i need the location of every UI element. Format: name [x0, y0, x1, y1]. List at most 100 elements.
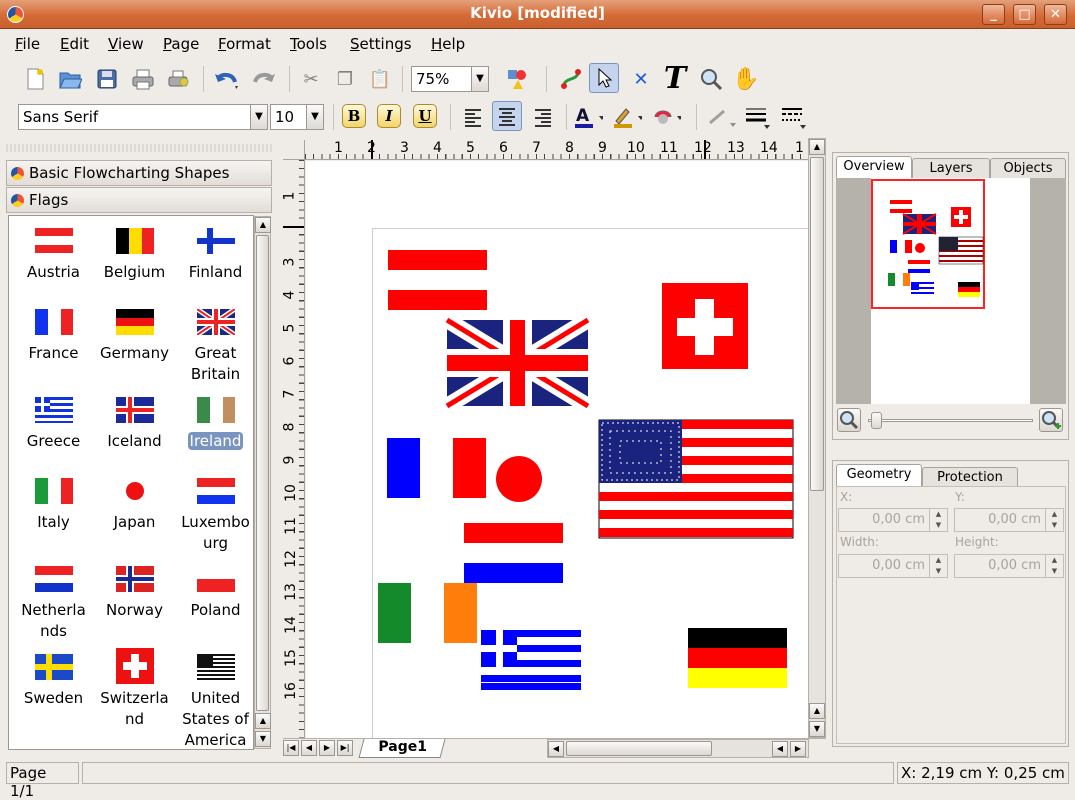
copy-icon[interactable]: ❐ [330, 64, 360, 94]
height-spinbox[interactable]: 0,00 cm ▲ ▼ [954, 554, 1064, 578]
font-size-select[interactable]: 10 ▼ [270, 104, 324, 130]
shape-ireland-flag[interactable] [378, 583, 477, 643]
shape-japan-flag[interactable] [496, 456, 542, 502]
zoom-slider-track[interactable] [868, 419, 1033, 422]
bold-button[interactable]: B [342, 104, 366, 128]
tab-layers[interactable]: Layers [912, 158, 990, 178]
menu-file[interactable]: File [15, 35, 40, 53]
y-spinbox[interactable]: 0,00 cm ▲ ▼ [954, 508, 1064, 532]
horizontal-ruler[interactable]: 1 2 3 4 5 6 7 8 9 10 11 12 13 14 1 [305, 140, 808, 160]
fill-color-icon[interactable] [651, 102, 681, 132]
zoom-in-icon[interactable] [1039, 408, 1063, 432]
tab-geometry[interactable]: Geometry [836, 464, 922, 486]
stencil-sweden[interactable]: Sweden [13, 654, 94, 709]
menu-format[interactable]: Format [218, 35, 271, 53]
scroll-down-button[interactable]: ▼ [255, 731, 271, 747]
stencil-ireland[interactable]: Ireland [175, 397, 253, 452]
stencil-switzerland[interactable]: Switzerland [94, 648, 175, 730]
first-page-button[interactable]: |◀ [283, 740, 299, 756]
save-icon[interactable] [92, 64, 122, 94]
page-tab-page1[interactable]: Page1 [358, 739, 446, 758]
zoom-select[interactable]: 75% ▼ [411, 66, 489, 92]
menu-help[interactable]: Help [431, 35, 465, 53]
canvas-vscrollbar[interactable]: ▲ ▲ ▼ [808, 138, 826, 738]
scroll-up-button-2[interactable]: ▲ [255, 713, 271, 729]
tab-objects[interactable]: Objects [990, 158, 1066, 178]
redo-icon[interactable] [248, 64, 278, 94]
stencil-iceland[interactable]: Iceland [94, 397, 175, 452]
prev-page-button[interactable]: ◀ [301, 740, 317, 756]
point-tool-icon[interactable]: ✕ [626, 64, 656, 94]
stencil-belgium[interactable]: Belgium [94, 228, 175, 283]
vertical-ruler[interactable]: 1 3 4 5 6 7 8 9 10 11 12 13 14 15 16 [283, 160, 305, 738]
line-color-icon[interactable] [612, 102, 642, 132]
shape-luxembourg-flag[interactable] [464, 523, 563, 583]
shape-germany-flag[interactable] [688, 628, 787, 688]
x-spinbox[interactable]: 0,00 cm ▲ ▼ [838, 508, 948, 532]
connector-tool-icon[interactable] [556, 64, 586, 94]
paste-icon[interactable]: 📋 [365, 64, 395, 94]
print-preview-icon[interactable] [164, 64, 194, 94]
shape-austria-flag[interactable] [388, 250, 487, 310]
canvas-vscroll-thumb[interactable] [810, 157, 824, 491]
stencil-netherlands[interactable]: Netherlands [13, 566, 94, 642]
align-left-icon[interactable] [458, 102, 488, 132]
italic-button[interactable]: I [377, 104, 401, 128]
scroll-right-button[interactable]: ▶ [790, 741, 806, 757]
scroll-left-button-2[interactable]: ◀ [772, 741, 788, 757]
stencil-japan[interactable]: Japan [94, 478, 175, 533]
print-icon[interactable] [128, 64, 158, 94]
shape-great-britain-flag[interactable] [442, 313, 593, 413]
canvas-hscrollbar[interactable]: ◀ ◀ ▶ [547, 739, 809, 758]
stencil-norway[interactable]: Norway [94, 566, 175, 621]
canvas-scroll-up-button-2[interactable]: ▲ [809, 703, 825, 719]
add-stencil-icon[interactable] [503, 64, 533, 94]
overview-view[interactable] [836, 178, 1066, 404]
stencil-germany[interactable]: Germany [94, 309, 175, 364]
stencil-great-britain[interactable]: Great Britain [175, 309, 253, 385]
canvas-scroll-up-button[interactable]: ▲ [809, 139, 825, 155]
menu-page[interactable]: Page [163, 35, 199, 53]
zoom-tool-icon[interactable] [696, 64, 726, 94]
menu-view[interactable]: View [108, 35, 144, 53]
open-folder-icon[interactable] [55, 64, 85, 94]
stencil-austria[interactable]: Austria [13, 228, 94, 283]
undo-icon[interactable] [212, 64, 242, 94]
connector-style-icon[interactable] [706, 102, 736, 132]
stencil-luxembourg[interactable]: Luxembourg [175, 478, 253, 554]
scroll-thumb[interactable] [256, 235, 269, 711]
canvas-hscroll-thumb[interactable] [566, 741, 712, 756]
stencil-set-flags[interactable]: Flags [6, 187, 272, 213]
menu-settings[interactable]: Settings [350, 35, 412, 53]
underline-button[interactable]: U [413, 104, 437, 128]
stencil-scrollbar[interactable]: ▲ ▲ ▼ [254, 216, 271, 749]
width-spinbox[interactable]: 0,00 cm ▲ ▼ [838, 554, 948, 578]
shape-france-flag[interactable] [387, 438, 486, 498]
pan-tool-icon[interactable]: ✋ [731, 64, 761, 94]
shape-greece-flag[interactable] [481, 630, 581, 690]
tab-protection[interactable]: Protection [922, 467, 1018, 487]
close-button[interactable]: ✕ [1044, 4, 1067, 25]
select-tool-icon[interactable] [589, 63, 619, 93]
text-tool-icon[interactable]: T [660, 61, 690, 96]
stencil-france[interactable]: France [13, 309, 94, 364]
menu-edit[interactable]: Edit [60, 35, 89, 53]
new-document-icon[interactable] [20, 64, 50, 94]
next-page-button[interactable]: ▶ [319, 740, 335, 756]
stencil-italy[interactable]: Italy [13, 478, 94, 533]
font-family-select[interactable]: Sans Serif ▼ [18, 104, 268, 130]
stencil-poland[interactable]: Poland [175, 566, 253, 621]
minimize-button[interactable]: _ [982, 4, 1005, 25]
canvas-scroll-down-button[interactable]: ▼ [809, 721, 825, 737]
menu-tools[interactable]: Tools [290, 35, 327, 53]
stencil-united-states[interactable]: United States of America [175, 654, 253, 749]
zoom-slider-handle[interactable] [871, 412, 882, 429]
maximize-button[interactable]: □ [1013, 4, 1036, 25]
align-right-icon[interactable] [528, 102, 558, 132]
line-style-icon[interactable] [780, 102, 810, 132]
stencil-set-basic-flowcharting[interactable]: Basic Flowcharting Shapes [6, 160, 272, 186]
title-bar[interactable]: Kivio [modified] _ □ ✕ [0, 0, 1075, 29]
stencil-greece[interactable]: Greece [13, 397, 94, 452]
cut-icon[interactable]: ✂ [296, 64, 326, 94]
tab-overview[interactable]: Overview [836, 156, 912, 178]
